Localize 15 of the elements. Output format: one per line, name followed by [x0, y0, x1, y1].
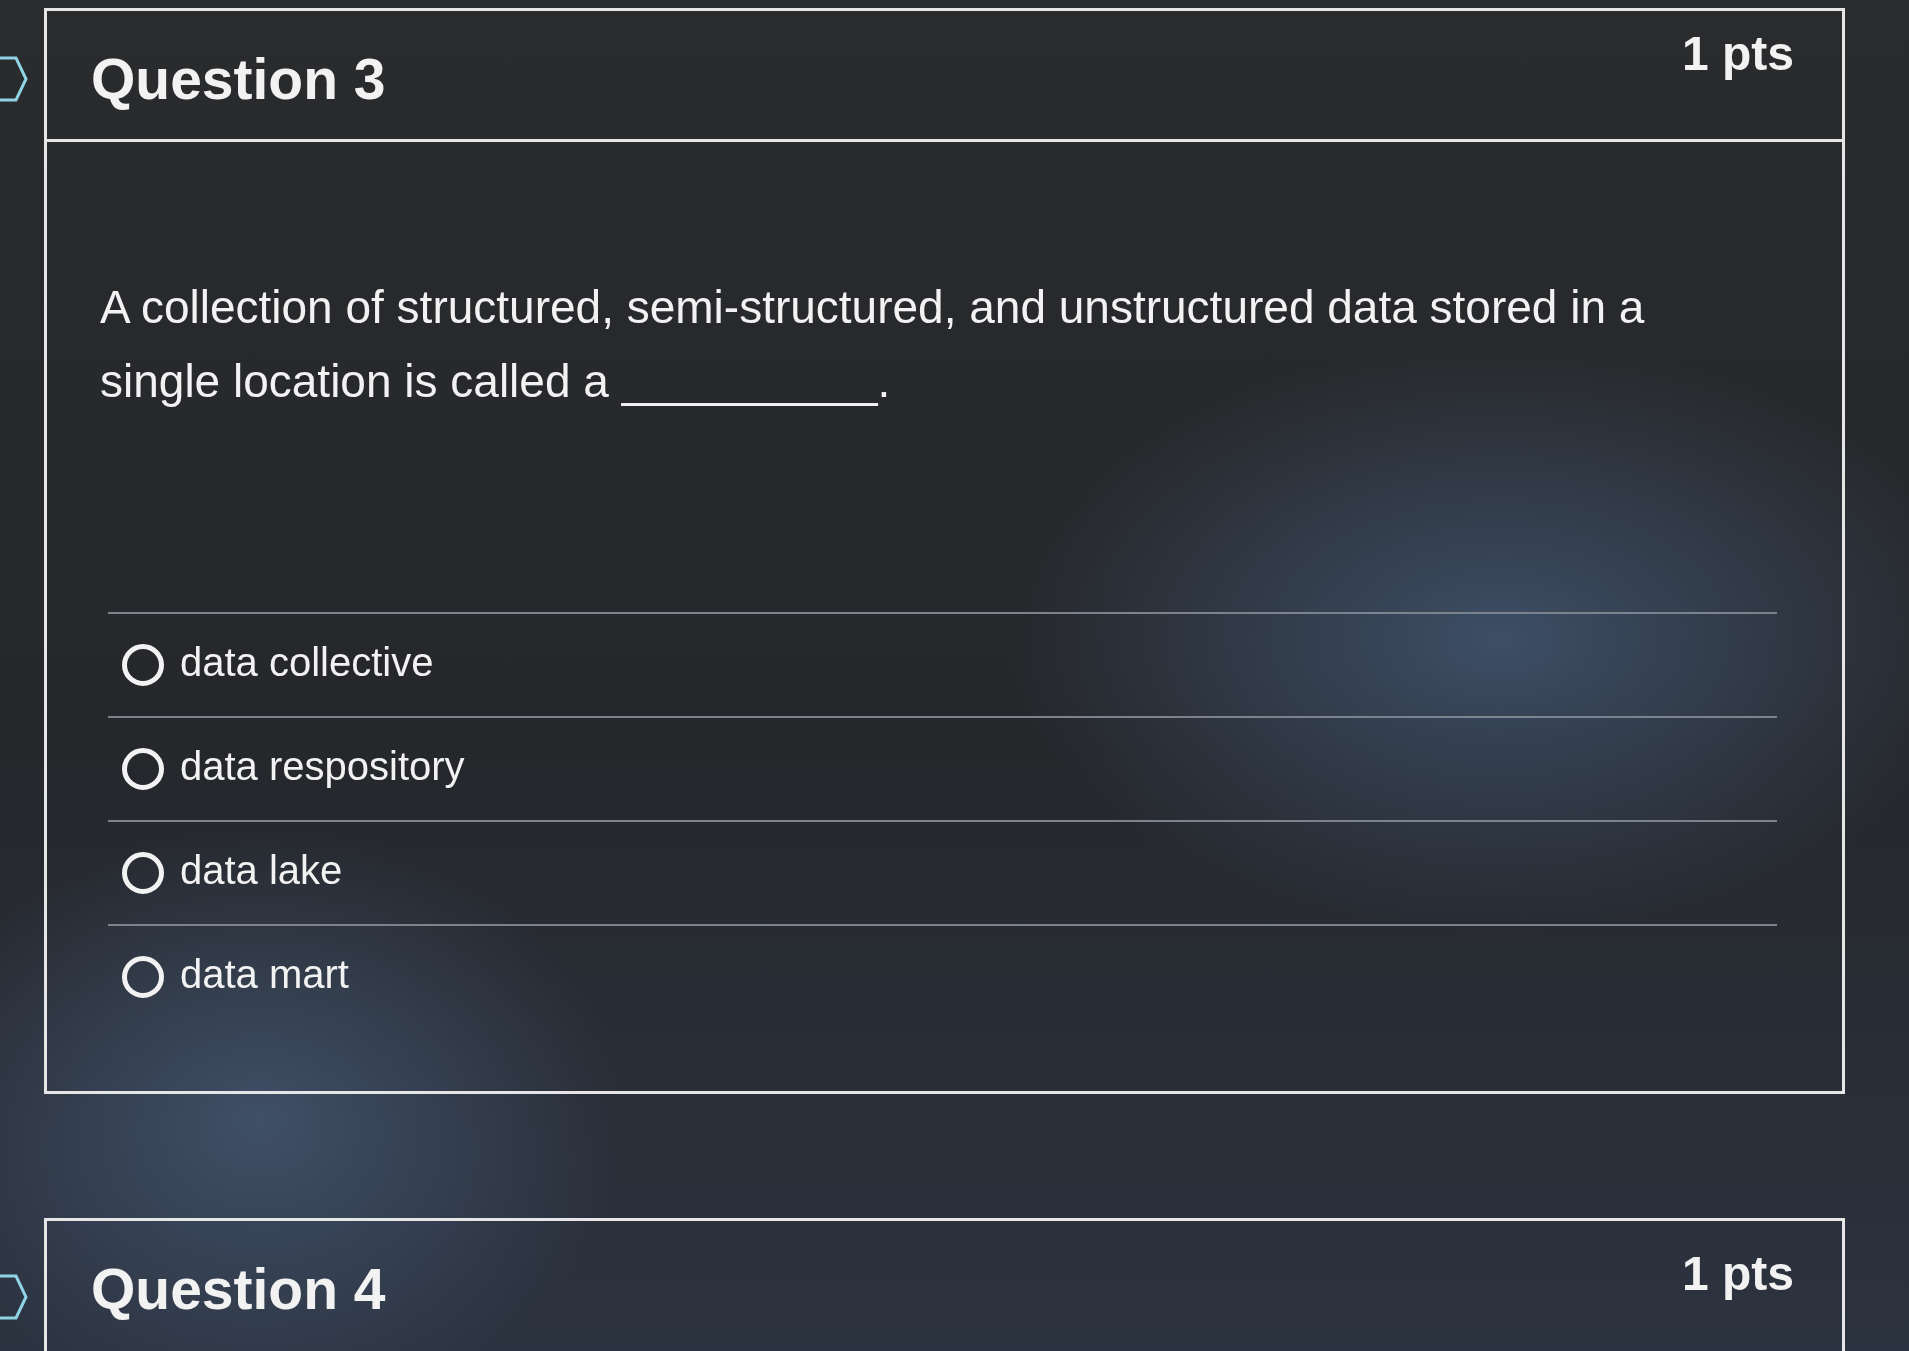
question-text: A collection of structured, semi-structured, and unstructured data stored in a single location is called a __________.: [100, 280, 1646, 409]
tag-icon[interactable]: [0, 56, 28, 102]
question-title: Question 3: [91, 46, 386, 113]
answer-label[interactable]: data respository: [180, 741, 465, 791]
radio-button[interactable]: [122, 956, 164, 998]
points-label: 1 pts: [1681, 26, 1794, 82]
answer-label[interactable]: data mart: [180, 949, 349, 999]
answer-label[interactable]: data collective: [180, 637, 434, 687]
tag-icon[interactable]: [0, 1274, 28, 1320]
answer-label[interactable]: data lake: [180, 845, 343, 895]
points-label: 1 pts: [1681, 1246, 1794, 1302]
radio-button[interactable]: [122, 852, 164, 894]
radio-button[interactable]: [122, 748, 164, 790]
radio-button[interactable]: [122, 644, 164, 686]
question-title: Question 4: [91, 1256, 386, 1323]
